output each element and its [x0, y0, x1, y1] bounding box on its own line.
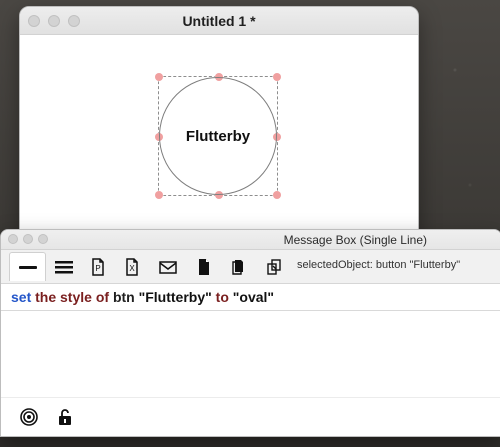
message-toolbar: P X selectedObject: button "Flutterby"	[1, 250, 500, 284]
message-box-window: Message Box (Single Line) P X selectedOb…	[0, 229, 500, 437]
target-icon	[19, 407, 39, 427]
page-x-button[interactable]: X	[115, 254, 148, 279]
page-x-icon: X	[124, 257, 140, 276]
single-line-icon	[18, 261, 38, 273]
single-line-mode-button[interactable]	[9, 252, 46, 281]
document-window: Untitled 1 * Flutterby	[19, 6, 419, 240]
svg-text:P: P	[95, 264, 100, 273]
document-titlebar: Untitled 1 *	[20, 7, 418, 35]
command-keyword-set: set	[11, 289, 32, 305]
command-object-type: btn	[112, 289, 135, 305]
document-canvas[interactable]: Flutterby	[20, 35, 418, 239]
command-target-name: "Flutterby"	[138, 289, 212, 305]
flutterby-button[interactable]: Flutterby	[159, 77, 277, 195]
selected-object-status: selectedObject: button "Flutterby"	[297, 259, 461, 271]
message-box-title: Message Box (Single Line)	[283, 233, 427, 247]
unlock-button[interactable]	[55, 407, 75, 427]
duplicate-button[interactable]	[257, 254, 290, 279]
multiple-lines-icon	[54, 259, 74, 275]
selected-button-outline[interactable]: Flutterby	[155, 73, 281, 199]
message-zoom-button[interactable]	[38, 234, 48, 244]
command-input-row[interactable]: set the style of btn "Flutterby" to "ova…	[1, 284, 500, 311]
message-bottom-bar	[1, 397, 500, 436]
copy-documents-icon	[230, 258, 248, 276]
resize-handle-bottom-left[interactable]	[155, 191, 163, 199]
resize-handle-top-right[interactable]	[273, 73, 281, 81]
document-title: Untitled 1 *	[182, 13, 256, 29]
mail-button[interactable]	[151, 254, 184, 279]
message-close-button[interactable]	[8, 234, 18, 244]
command-value: "oval"	[232, 289, 275, 305]
flutterby-button-label: Flutterby	[185, 127, 251, 145]
duplicate-icon	[265, 258, 283, 276]
resize-handle-top-left[interactable]	[155, 73, 163, 81]
command-keyword-the: the	[35, 289, 57, 305]
document-icon	[196, 258, 212, 276]
page-p-button[interactable]: P	[81, 254, 114, 279]
command-line[interactable]: set the style of btn "Flutterby" to "ova…	[11, 289, 274, 305]
resize-handle-bottom-right[interactable]	[273, 191, 281, 199]
message-minimize-button[interactable]	[23, 234, 33, 244]
copy-documents-button[interactable]	[222, 254, 255, 279]
command-keyword-to: to	[215, 289, 229, 305]
svg-text:X: X	[129, 264, 135, 273]
message-box-titlebar: Message Box (Single Line)	[1, 230, 500, 250]
target-button[interactable]	[19, 407, 39, 427]
document-button[interactable]	[187, 254, 220, 279]
command-keyword-of: of	[95, 289, 110, 305]
mail-icon	[158, 259, 178, 275]
command-property-style: style	[60, 289, 92, 305]
message-output-area[interactable]	[1, 311, 500, 398]
page-p-icon: P	[90, 257, 106, 276]
unlock-icon	[56, 407, 74, 427]
multiple-lines-mode-button[interactable]	[47, 254, 80, 279]
